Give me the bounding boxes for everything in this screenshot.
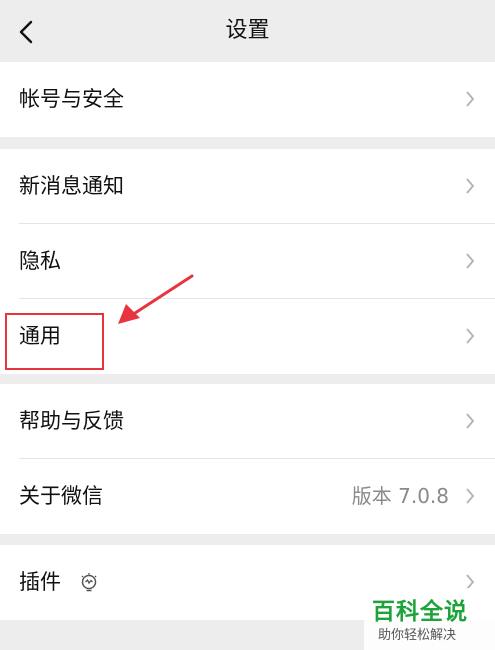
highlight-box [5,313,104,370]
row-label: 帮助与反馈 [19,409,124,433]
pointer-arrow-icon [118,274,194,324]
row-label: 新消息通知 [19,174,124,198]
settings-group-about: 帮助与反馈 关于微信 版本 7.0.8 [0,384,495,534]
settings-group-account: 帐号与安全 [0,62,495,137]
watermark-subtitle: 助你轻松解决 [378,628,457,643]
chevron-right-icon [466,253,475,269]
watermark-title: 百科全说 [372,599,468,625]
nav-bar: 设置 [0,0,495,62]
settings-row-privacy[interactable]: 隐私 [0,224,495,299]
settings-row-account-security[interactable]: 帐号与安全 [0,62,495,137]
page-title: 设置 [225,18,270,43]
chevron-right-icon [466,488,475,504]
row-label: 关于微信 [19,484,103,508]
chevron-right-icon [466,413,475,429]
chevron-right-icon [466,91,475,107]
row-label: 插件 [19,570,61,594]
chevron-right-icon [466,178,475,194]
row-label: 帐号与安全 [19,87,124,111]
watermark: 百科全说 助你轻松解决 [364,588,495,650]
settings-row-about-wechat[interactable]: 关于微信 版本 7.0.8 [0,459,495,534]
row-label: 隐私 [19,249,61,273]
settings-row-notifications[interactable]: 新消息通知 [0,149,495,224]
plugin-bulb-icon [81,573,97,592]
chevron-right-icon [466,328,475,344]
version-value: 版本 7.0.8 [351,484,449,508]
settings-row-help-feedback[interactable]: 帮助与反馈 [0,384,495,459]
